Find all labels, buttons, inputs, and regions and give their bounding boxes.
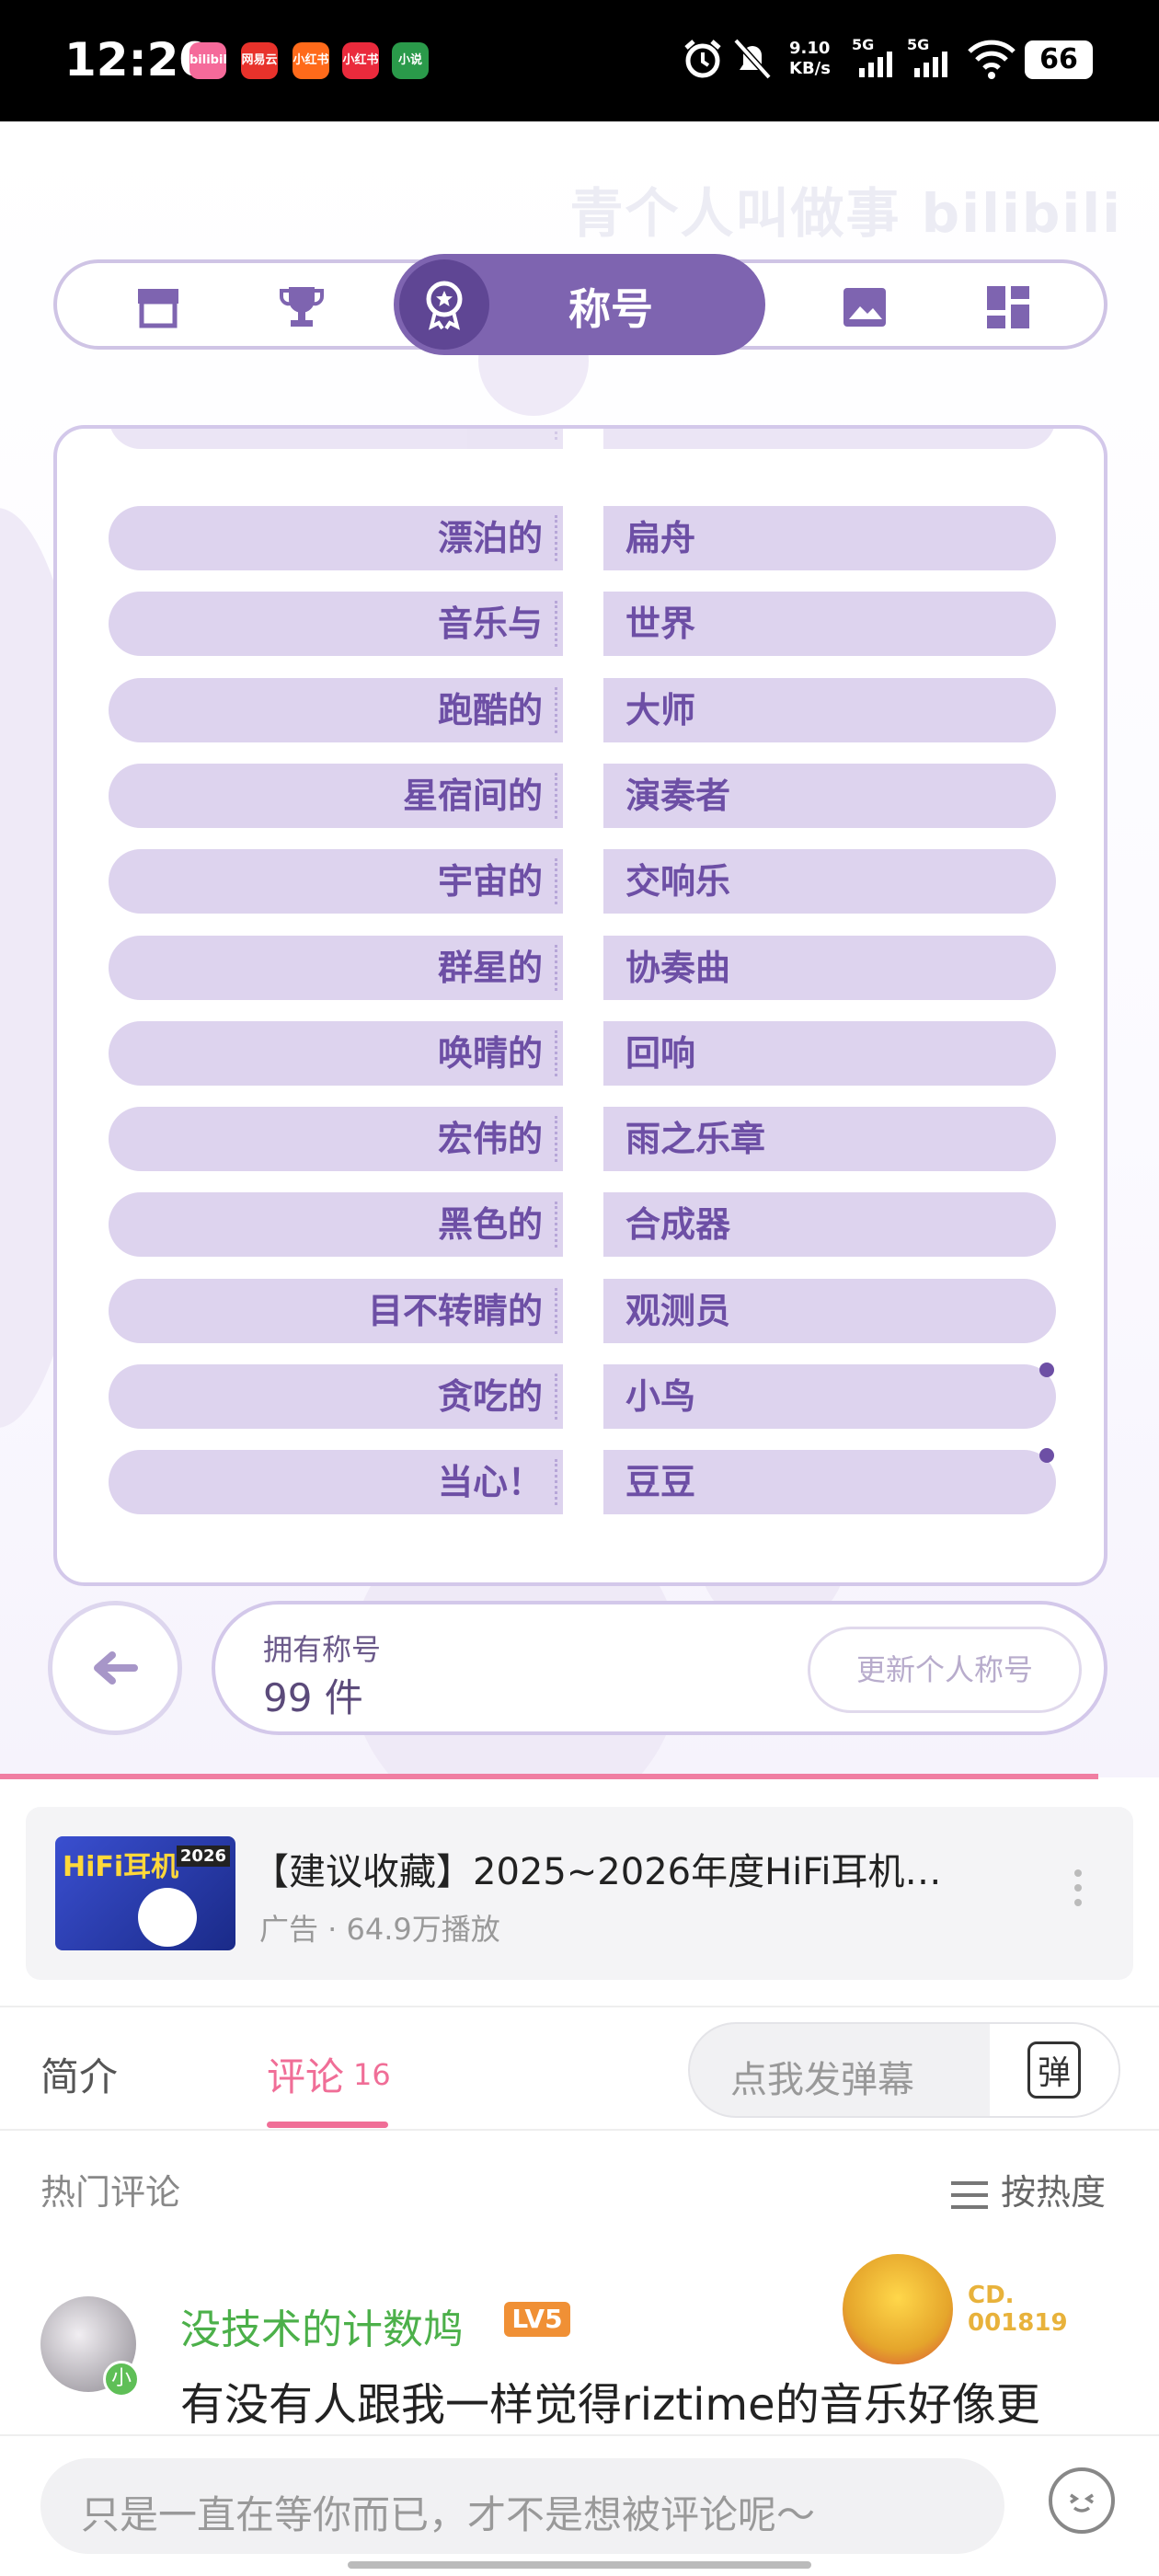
tab-titles[interactable]: 称号 [394, 254, 765, 355]
titles-panel: 漂泊的 扁舟 音乐与 世界 跑酷的 大师 星宿间的 演奏者 宇宙的 交响乐 群星的 协奏曲 唤晴的 回响宏… [53, 425, 1107, 1586]
title-prefix[interactable]: 目不转睛的 [109, 1279, 563, 1343]
sort-label: 按热度 [1001, 2172, 1107, 2213]
title-suffix[interactable]: 豆豆 [603, 1450, 1056, 1514]
title-suffix[interactable]: 大师 [603, 678, 1056, 742]
video-tabs: 简介 评论 16 点我发弹幕 弹 [0, 2006, 1159, 2131]
owned-titles-label: 拥有称号 [263, 1632, 382, 1667]
tab-comments[interactable]: 评论 [267, 2046, 344, 2102]
ad-thumbnail-character [138, 1888, 197, 1947]
ad-thumbnail-year: 2026 [176, 1846, 230, 1867]
decoration-code: CD. 001819 [968, 2282, 1068, 2337]
arrow-left-icon [94, 1651, 138, 1685]
wifi-icon [968, 40, 1016, 79]
title-suffix[interactable]: 小鸟 [603, 1364, 1056, 1429]
emoji-icon[interactable] [1049, 2467, 1115, 2534]
title-suffix[interactable]: 交响乐 [603, 849, 1056, 914]
tab-trophy[interactable] [274, 280, 329, 335]
title-prefix[interactable]: 漂泊的 [109, 506, 563, 570]
xiaohongshu-app-icon: 小红书 [293, 42, 329, 79]
title-suffix[interactable]: 合成器 [603, 1192, 1056, 1257]
network-speed: 9.10 KB/s [789, 39, 831, 78]
sort-button[interactable]: 按热度 [951, 2164, 1106, 2214]
decoration-character-icon [843, 2254, 953, 2364]
status-bar: 12:20 bilibili 网易云 小红书 小红书 小说 9.10KB/s 5… [0, 0, 1159, 121]
mute-bell-icon [733, 38, 772, 80]
title-prefix[interactable]: 贪吃的 [109, 1364, 563, 1429]
title-suffix[interactable]: 雨之乐章 [603, 1107, 1056, 1171]
new-title-dot [1039, 1448, 1054, 1463]
danmaku-icon: 弹 [1027, 2041, 1081, 2099]
title-suffix[interactable]: 演奏者 [603, 764, 1056, 828]
title-prefix-partial [109, 429, 563, 449]
danmaku-button[interactable]: 弹 [990, 2024, 1119, 2116]
tab-comments-count: 16 [353, 2057, 391, 2092]
ad-title: 【建议收藏】2025~2026年度HiFi耳机… [252, 1851, 942, 1893]
owned-titles-count: 99 件 [263, 1675, 363, 1720]
tab-images[interactable] [837, 280, 892, 335]
hot-comments-label: 热门评论 [40, 2172, 181, 2213]
danmaku-input[interactable]: 点我发弹幕 弹 [688, 2022, 1120, 2118]
title-prefix[interactable]: 当心！ [109, 1450, 563, 1514]
ad-thumbnail-text: HiFi耳机 [63, 1851, 179, 1883]
title-prefix[interactable]: 跑酷的 [109, 678, 563, 742]
alarm-icon [684, 40, 721, 78]
reply-bar: 只是一直在等你而已，才不是想被评论呢～ [0, 2434, 1159, 2576]
more-options-icon[interactable] [1074, 1869, 1085, 1914]
battery-indicator: 66 [1025, 40, 1093, 79]
title-suffix-partial [603, 429, 1056, 449]
new-title-dot [1039, 1363, 1054, 1377]
comment-username[interactable]: 没技术的计数鸠 [180, 2296, 464, 2355]
owned-titles-box: 拥有称号 99 件 更新个人称号 [212, 1601, 1107, 1735]
watermark: 青个人叫做事 bilibili [569, 182, 1122, 245]
medal-icon [399, 259, 489, 350]
image-icon [843, 288, 886, 327]
danmaku-placeholder: 点我发弹幕 [730, 2059, 914, 2101]
comment-text[interactable]: 有没有人跟我一样觉得riztime的音乐好像更 [180, 2368, 1040, 2432]
tab-active-underline [267, 2122, 388, 2128]
sort-icon [951, 2180, 988, 2209]
reply-placeholder: 只是一直在等你而已，才不是想被评论呢～ [81, 2492, 816, 2537]
avatar-badge: 小 [103, 2361, 140, 2398]
shop-icon [138, 289, 178, 328]
signal-icon: 5G [852, 37, 892, 77]
title-prefix[interactable]: 音乐与 [109, 592, 563, 656]
title-prefix[interactable]: 黑色的 [109, 1192, 563, 1257]
title-suffix[interactable]: 回响 [603, 1021, 1056, 1086]
update-title-button[interactable]: 更新个人称号 [808, 1627, 1082, 1713]
tab-intro[interactable]: 简介 [40, 2046, 118, 2102]
signal-icon-2: 5G [907, 37, 947, 77]
novel-app-icon: 小说 [392, 42, 429, 79]
title-suffix[interactable]: 协奏曲 [603, 936, 1056, 1000]
ad-thumbnail: HiFi耳机 2026 [55, 1836, 235, 1950]
back-button[interactable] [48, 1601, 182, 1735]
title-prefix[interactable]: 群星的 [109, 936, 563, 1000]
reply-input[interactable]: 只是一直在等你而已，才不是想被评论呢～ [40, 2458, 1004, 2554]
ad-card[interactable]: HiFi耳机 2026 【建议收藏】2025~2026年度HiFi耳机… 广告 … [26, 1807, 1133, 1980]
title-suffix[interactable]: 扁舟 [603, 506, 1056, 570]
svg-text:5G: 5G [907, 37, 929, 53]
title-prefix[interactable]: 唤晴的 [109, 1021, 563, 1086]
tab-titles-label: 称号 [568, 284, 653, 334]
title-suffix[interactable]: 世界 [603, 592, 1056, 656]
netease-music-app-icon: 网易云 [241, 42, 278, 79]
title-prefix[interactable]: 宏伟的 [109, 1107, 563, 1171]
trophy-icon [280, 287, 324, 327]
tab-layout[interactable] [981, 280, 1036, 335]
title-prefix[interactable]: 星宿间的 [109, 764, 563, 828]
title-suffix[interactable]: 观测员 [603, 1279, 1056, 1343]
bilibili-app-icon: bilibili [189, 42, 226, 79]
grid-icon [987, 286, 1029, 328]
level-badge: LV5 [504, 2302, 570, 2337]
svg-text:5G: 5G [852, 37, 874, 53]
tab-shop[interactable] [131, 280, 186, 335]
title-prefix[interactable]: 宇宙的 [109, 849, 563, 914]
xiaohongshu-app-icon-2: 小红书 [342, 42, 379, 79]
ad-meta: 广告 · 64.9万播放 [259, 1912, 500, 1947]
video-progress-bar[interactable] [0, 1774, 1098, 1779]
home-indicator[interactable] [348, 2561, 811, 2569]
